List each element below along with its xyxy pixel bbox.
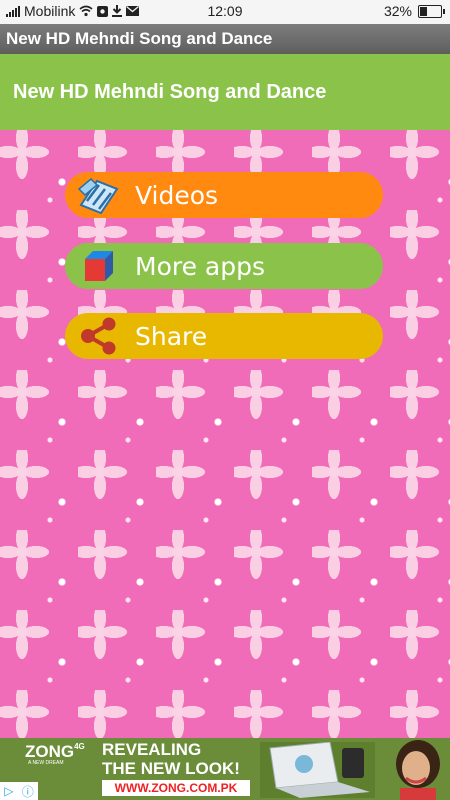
status-bar: Mobilink 12:09 32% (0, 0, 450, 24)
laptop-image (260, 742, 375, 798)
share-icon (77, 316, 121, 356)
ad-close-controls[interactable]: ▷ ⓘ (0, 782, 38, 800)
ad-close-icon[interactable]: ⓘ (22, 783, 34, 800)
more-apps-label: More apps (135, 251, 266, 281)
model-image (380, 738, 450, 800)
window-title: New HD Mehndi Song and Dance (0, 24, 450, 54)
videos-label: Videos (135, 180, 219, 210)
ad-banner[interactable]: ZONG4G A NEW DREAM REVEALING THE NEW LOO… (0, 738, 450, 800)
share-button[interactable]: Share (65, 313, 383, 359)
film-strip-icon (77, 175, 121, 215)
ad-brand-tagline: A NEW DREAM (28, 760, 64, 766)
ad-headline: REVEALING THE NEW LOOK! (102, 740, 240, 778)
battery-icon (418, 4, 445, 18)
cube-icon (77, 246, 121, 286)
app-title: New HD Mehndi Song and Dance (0, 54, 450, 130)
videos-button[interactable]: Videos (65, 172, 383, 218)
status-right: 32% (383, 3, 445, 19)
battery-percent: 32% (383, 3, 412, 19)
ad-url[interactable]: WWW.ZONG.COM.PK (102, 780, 250, 796)
ad-brand-logo: ZONG4G (25, 742, 85, 761)
ad-info-icon[interactable]: ▷ (4, 784, 13, 798)
patterned-background (0, 130, 450, 738)
share-label: Share (135, 321, 208, 351)
more-apps-button[interactable]: More apps (65, 243, 383, 289)
clock: 12:09 (207, 3, 243, 19)
